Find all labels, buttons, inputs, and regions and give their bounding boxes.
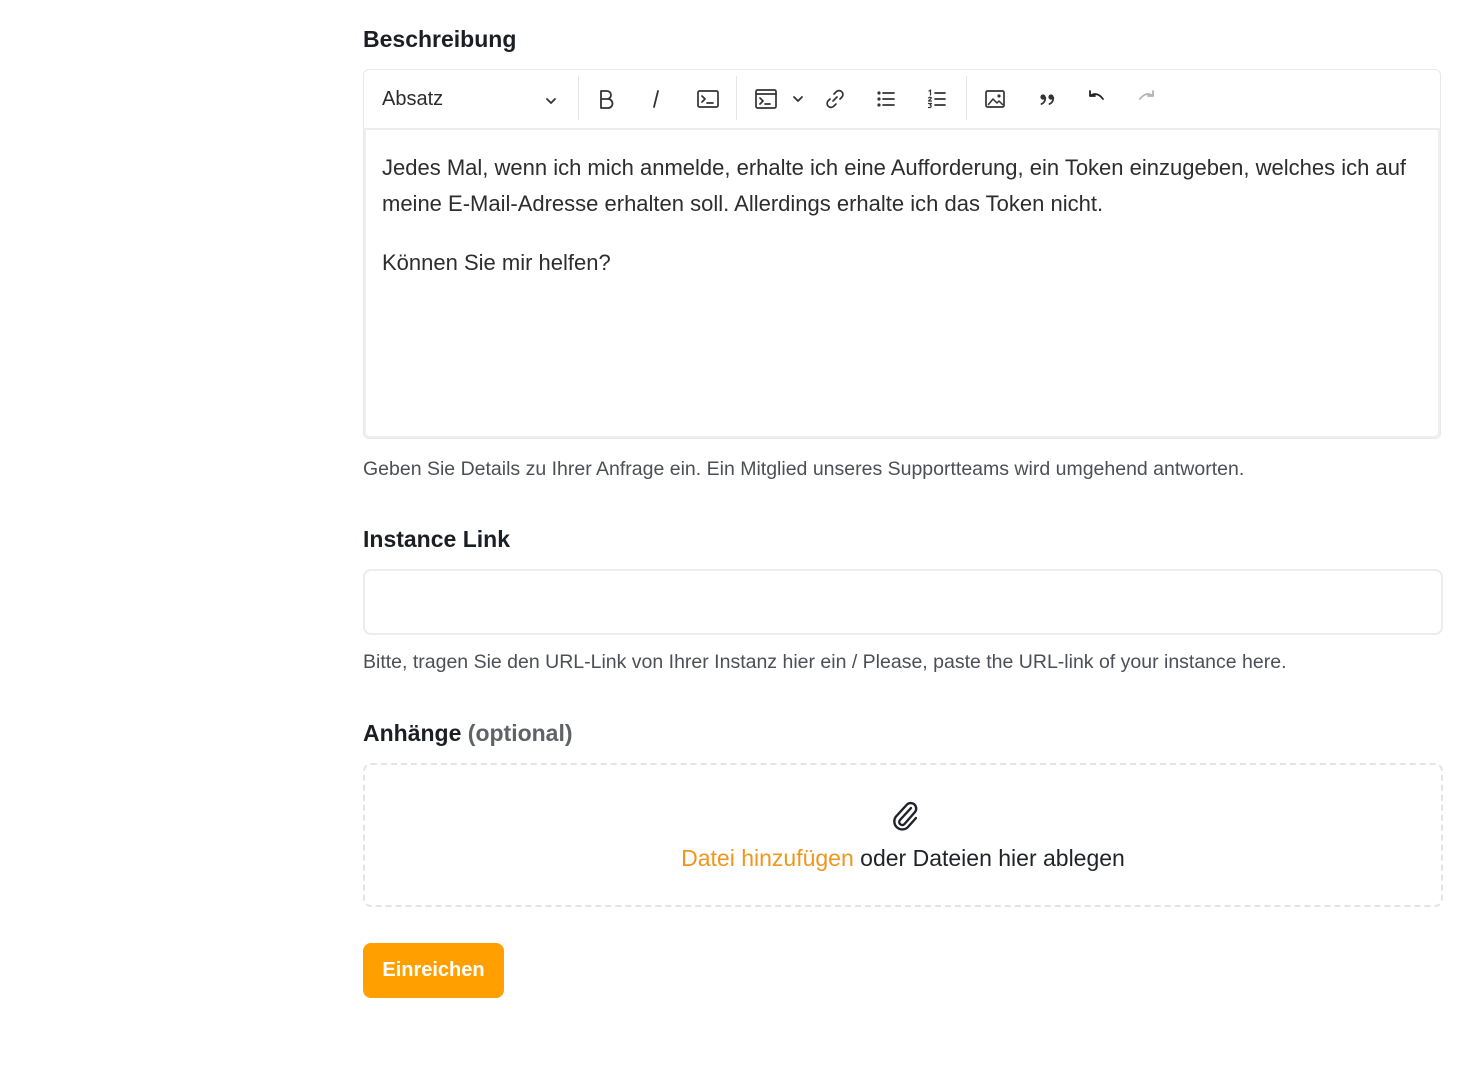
numbered-list-icon xyxy=(926,88,948,110)
editor-toolbar: Absatz xyxy=(364,70,1440,130)
redo-icon xyxy=(1136,88,1158,110)
bold-button[interactable] xyxy=(590,84,622,114)
bold-icon xyxy=(596,88,616,110)
code-icon xyxy=(696,88,720,110)
drop-files-text: oder Dateien hier ablegen xyxy=(853,845,1125,871)
quote-icon xyxy=(1036,88,1058,110)
editor-content-area[interactable]: Jedes Mal, wenn ich mich anmelde, erhalt… xyxy=(364,128,1440,438)
editor-paragraph: Jedes Mal, wenn ich mich anmelde, erhalt… xyxy=(382,155,1407,216)
attachments-label: Anhänge (optional) xyxy=(363,719,573,747)
attachment-dropzone[interactable]: Datei hinzufügen oder Dateien hier ableg… xyxy=(363,763,1443,907)
paperclip-icon xyxy=(890,798,920,837)
add-file-link[interactable]: Datei hinzufügen xyxy=(681,845,854,871)
submit-button[interactable]: Einreichen xyxy=(363,943,504,998)
instance-link-label: Instance Link xyxy=(363,526,510,552)
block-format-value: Absatz xyxy=(382,87,444,110)
undo-button[interactable] xyxy=(1080,84,1112,114)
optional-tag: (optional) xyxy=(467,720,573,746)
undo-icon xyxy=(1085,88,1107,110)
toolbar-divider xyxy=(578,76,579,120)
instance-link-help-text: Bitte, tragen Sie den URL-Link von Ihrer… xyxy=(363,651,1287,673)
redo-button[interactable] xyxy=(1131,84,1163,114)
italic-button[interactable] xyxy=(640,84,672,114)
bulleted-list-icon xyxy=(875,88,897,110)
editor-paragraph: Können Sie mir helfen? xyxy=(382,250,611,275)
chevron-down-icon xyxy=(792,93,804,105)
chevron-down-icon xyxy=(544,91,558,114)
block-quote-button[interactable] xyxy=(1031,84,1063,114)
inline-code-button[interactable] xyxy=(692,84,724,114)
rich-text-editor: Absatz Jedes Mal, wenn ich mich anmelde,… xyxy=(363,69,1441,439)
block-format-select[interactable]: Absatz xyxy=(382,85,562,113)
description-help-text: Geben Sie Details zu Ihrer Anfrage ein. … xyxy=(363,458,1245,480)
code-block-icon xyxy=(754,88,778,110)
toolbar-divider xyxy=(966,76,967,120)
code-block-button[interactable] xyxy=(750,84,782,114)
image-icon xyxy=(984,88,1006,110)
link-icon xyxy=(824,88,846,110)
link-button[interactable] xyxy=(819,84,851,114)
instance-link-input[interactable] xyxy=(363,569,1443,635)
code-block-language-dropdown[interactable] xyxy=(784,84,812,114)
numbered-list-button[interactable] xyxy=(921,84,953,114)
attachments-label-text: Anhänge xyxy=(363,720,462,746)
italic-icon xyxy=(646,88,666,110)
description-label: Beschreibung xyxy=(363,26,517,52)
toolbar-divider xyxy=(736,76,737,120)
insert-image-button[interactable] xyxy=(979,84,1011,114)
dropzone-text: Datei hinzufügen oder Dateien hier ableg… xyxy=(365,845,1441,872)
bulleted-list-button[interactable] xyxy=(870,84,902,114)
